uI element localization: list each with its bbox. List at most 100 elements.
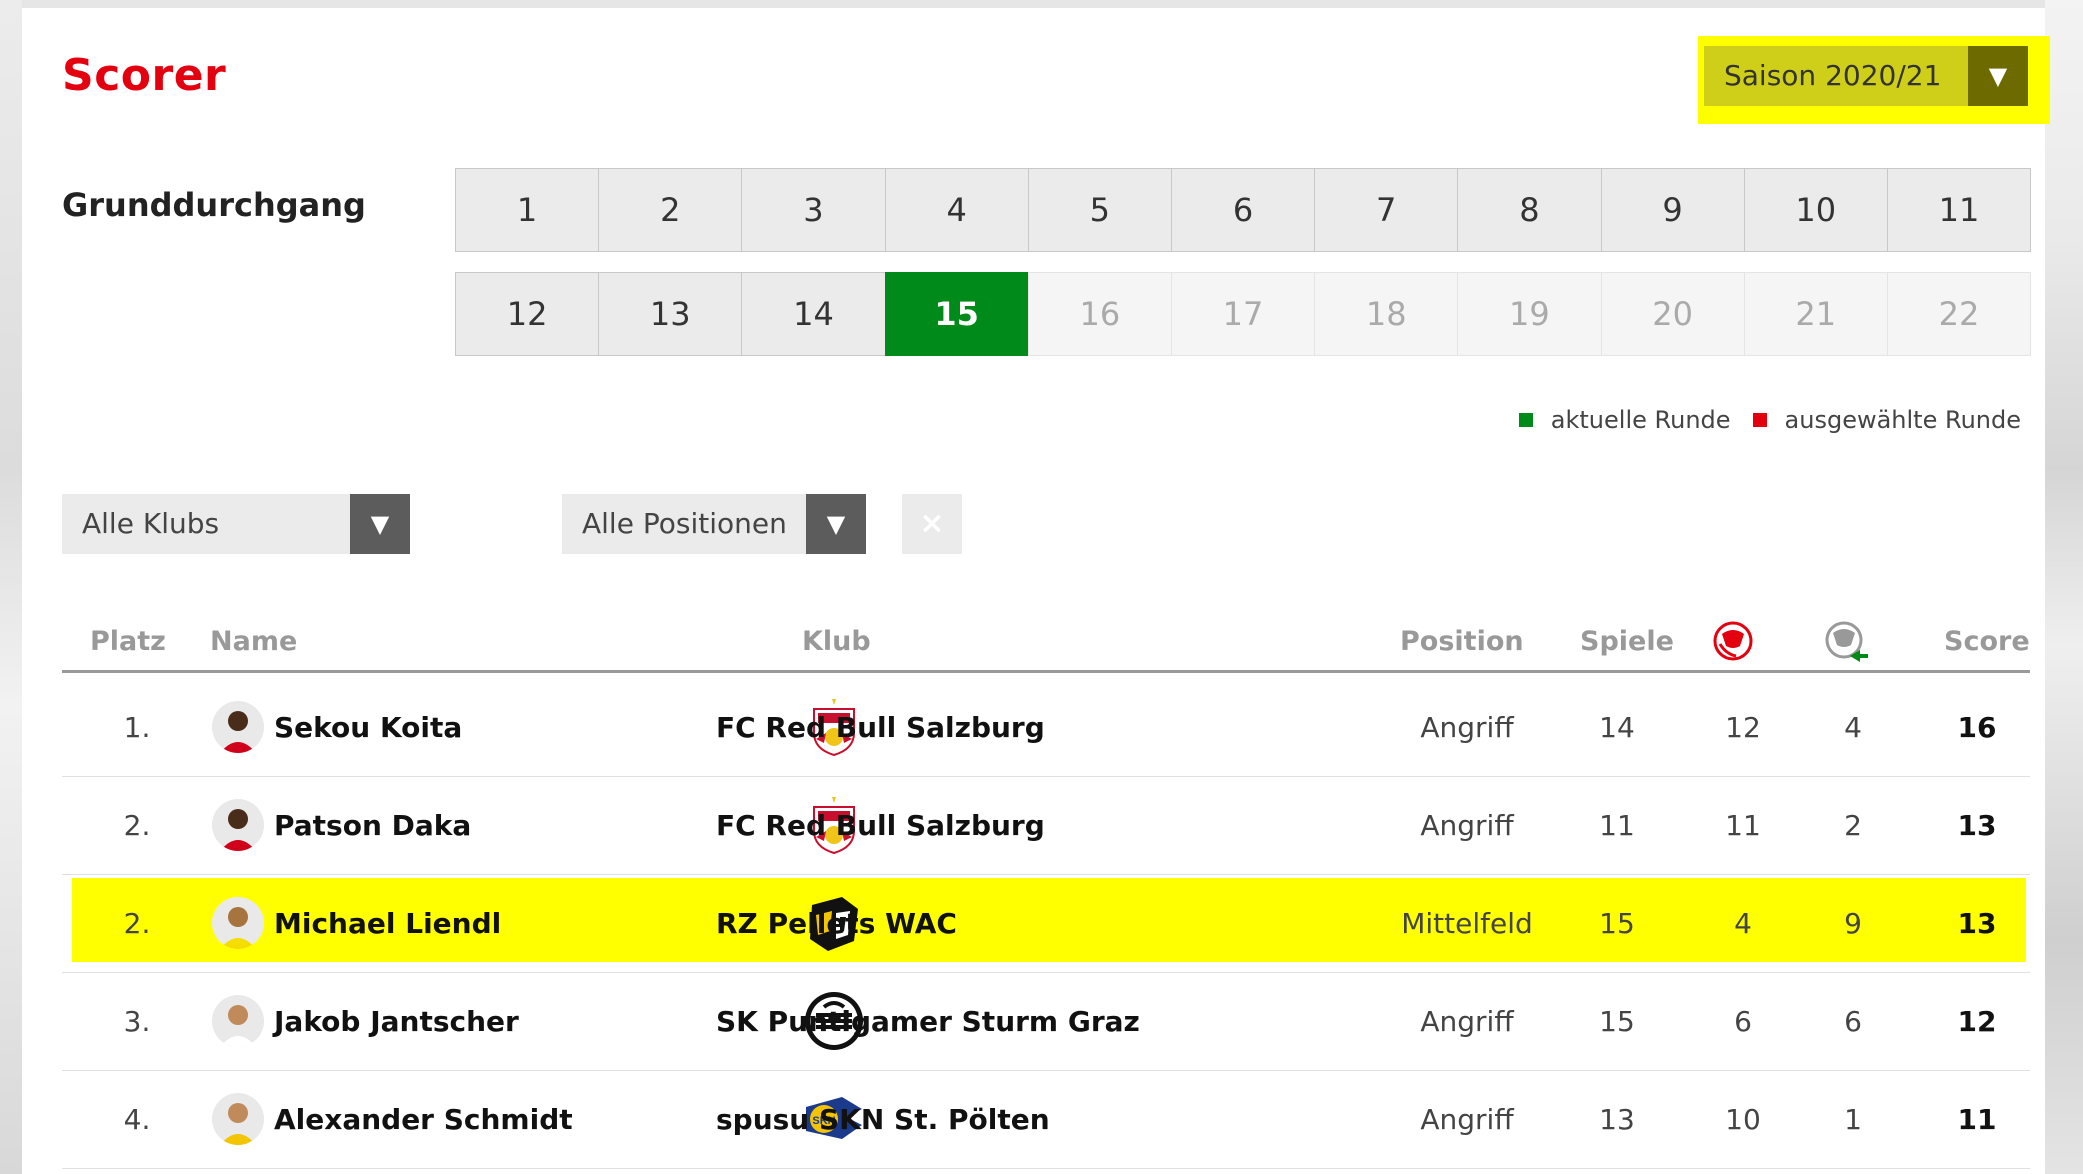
round-group-label: Grunddurchgang	[62, 186, 366, 224]
rank-cell: 1.	[123, 710, 151, 744]
round-button-2[interactable]: 2	[598, 168, 743, 252]
goals-cell: 12	[1725, 710, 1761, 744]
goal-ball-icon[interactable]	[1712, 620, 1754, 666]
round-row-2: 12 13 14 15 16 17 18 19 20 21 22	[455, 272, 2032, 356]
club-name[interactable]: FC Red Bull Salzburg	[716, 678, 1045, 776]
round-button-16[interactable]: 16	[1027, 272, 1172, 356]
position-cell: Angriff	[1420, 710, 1514, 744]
rank-cell: 4.	[123, 1102, 151, 1136]
table-header: Platz Name Klub Position Spiele Score	[62, 614, 2030, 673]
club-name[interactable]: RZ Pellets WAC	[716, 874, 957, 972]
season-highlight: Saison 2020/21 ▼	[1698, 36, 2050, 124]
header-score[interactable]: Score	[1944, 626, 2030, 657]
header-name[interactable]: Name	[210, 626, 297, 657]
legend-current-swatch	[1518, 413, 1533, 427]
round-selector: 1 2 3 4 5 6 7 8 9 10 11 12 13 14 15 16 17 18 19 20 21 22	[455, 168, 2032, 376]
round-legend: aktuelle Runde ausgewählte Runde	[1497, 406, 2021, 434]
assists-cell: 1	[1844, 1102, 1862, 1136]
score-cell: 11	[1957, 1102, 1997, 1136]
round-button-3[interactable]: 3	[741, 168, 886, 252]
header-spiele[interactable]: Spiele	[1580, 626, 1674, 657]
round-button-11[interactable]: 11	[1886, 168, 2032, 252]
avatar	[212, 995, 264, 1047]
club-filter-dropdown[interactable]: Alle Klubs ▼	[62, 494, 410, 554]
rank-cell: 2.	[123, 906, 151, 940]
chevron-down-icon[interactable]: ▼	[1968, 46, 2028, 106]
player-name[interactable]: Alexander Schmidt	[274, 1070, 573, 1168]
score-cell: 16	[1957, 710, 1997, 744]
background-right	[2045, 0, 2083, 1174]
position-cell: Mittelfeld	[1401, 906, 1533, 940]
legend-selected: ausgewählte Runde	[1752, 406, 2021, 434]
header-klub[interactable]: Klub	[802, 626, 871, 657]
table-row[interactable]: 3. Jakob Jantscher SK Puntigamer Sturm Gra…	[62, 972, 2030, 1071]
club-name[interactable]: spusu SKN St. Pölten	[716, 1070, 1050, 1168]
round-button-15[interactable]: 15	[884, 272, 1029, 356]
club-filter-label: Alle Klubs	[82, 507, 220, 540]
position-cell: Angriff	[1420, 1102, 1514, 1136]
round-button-17[interactable]: 17	[1170, 272, 1316, 356]
round-button-6[interactable]: 6	[1170, 168, 1316, 252]
season-label: Saison 2020/21	[1724, 59, 1942, 92]
score-cell: 13	[1957, 906, 1997, 940]
chevron-down-icon[interactable]: ▼	[806, 494, 866, 554]
table-row[interactable]: 4. Alexander Schmidt SKN spusu SKN St. Pölt…	[62, 1070, 2030, 1169]
games-cell: 11	[1599, 808, 1635, 842]
round-button-4[interactable]: 4	[884, 168, 1029, 252]
round-button-10[interactable]: 10	[1743, 168, 1888, 252]
round-button-8[interactable]: 8	[1457, 168, 1602, 252]
games-cell: 15	[1599, 906, 1635, 940]
table-row[interactable]: 2. Patson Daka FC Red Bull Salzburg Angriff…	[62, 776, 2030, 875]
assists-cell: 2	[1844, 808, 1862, 842]
position-filter-dropdown[interactable]: Alle Positionen ▼	[562, 494, 866, 554]
round-button-21[interactable]: 21	[1743, 272, 1888, 356]
round-button-12[interactable]: 12	[455, 272, 600, 356]
position-filter-label: Alle Positionen	[582, 507, 787, 540]
player-name[interactable]: Patson Daka	[274, 776, 471, 874]
goals-cell: 6	[1734, 1004, 1752, 1038]
table-row[interactable]: 2. Michael Liendl RZ Pellets WAC Mittelfeld…	[62, 874, 2030, 973]
games-cell: 13	[1599, 1102, 1635, 1136]
games-cell: 15	[1599, 1004, 1635, 1038]
position-cell: Angriff	[1420, 1004, 1514, 1038]
rank-cell: 3.	[123, 1004, 151, 1038]
legend-selected-label: ausgewählte Runde	[1784, 406, 2021, 434]
round-row-1: 1 2 3 4 5 6 7 8 9 10 11	[455, 168, 2032, 252]
goals-cell: 11	[1725, 808, 1761, 842]
clear-filter-button[interactable]: ×	[902, 494, 962, 554]
chevron-down-icon[interactable]: ▼	[350, 494, 410, 554]
season-dropdown[interactable]: Saison 2020/21 ▼	[1704, 46, 2028, 106]
player-name[interactable]: Michael Liendl	[274, 874, 501, 972]
club-name[interactable]: SK Puntigamer Sturm Graz	[716, 972, 1140, 1070]
round-button-7[interactable]: 7	[1314, 168, 1459, 252]
player-name[interactable]: Jakob Jantscher	[274, 972, 519, 1070]
round-button-5[interactable]: 5	[1027, 168, 1172, 252]
player-name[interactable]: Sekou Koita	[274, 678, 462, 776]
avatar	[212, 1093, 264, 1145]
position-cell: Angriff	[1420, 808, 1514, 842]
club-name[interactable]: FC Red Bull Salzburg	[716, 776, 1045, 874]
table-row[interactable]: 1. Sekou Koita FC Red Bull Salzburg Angriff…	[62, 678, 2030, 777]
round-button-13[interactable]: 13	[598, 272, 743, 356]
round-button-19[interactable]: 19	[1457, 272, 1602, 356]
header-position[interactable]: Position	[1400, 626, 1524, 657]
assists-cell: 4	[1844, 710, 1862, 744]
round-button-9[interactable]: 9	[1600, 168, 1745, 252]
assists-cell: 6	[1844, 1004, 1862, 1038]
scorer-panel: Scorer Saison 2020/21 ▼ Grunddurchgang 1…	[22, 8, 2050, 1174]
assist-ball-icon[interactable]	[1824, 620, 1870, 670]
legend-current: aktuelle Runde	[1518, 406, 1731, 434]
assists-cell: 9	[1844, 906, 1862, 940]
round-button-1[interactable]: 1	[455, 168, 600, 252]
score-cell: 12	[1957, 1004, 1997, 1038]
games-cell: 14	[1599, 710, 1635, 744]
goals-cell: 10	[1725, 1102, 1761, 1136]
header-platz[interactable]: Platz	[90, 626, 166, 657]
avatar	[212, 701, 264, 753]
rank-cell: 2.	[123, 808, 151, 842]
round-button-20[interactable]: 20	[1600, 272, 1745, 356]
round-button-22[interactable]: 22	[1886, 272, 2032, 356]
score-cell: 13	[1957, 808, 1997, 842]
round-button-18[interactable]: 18	[1314, 272, 1459, 356]
round-button-14[interactable]: 14	[741, 272, 886, 356]
